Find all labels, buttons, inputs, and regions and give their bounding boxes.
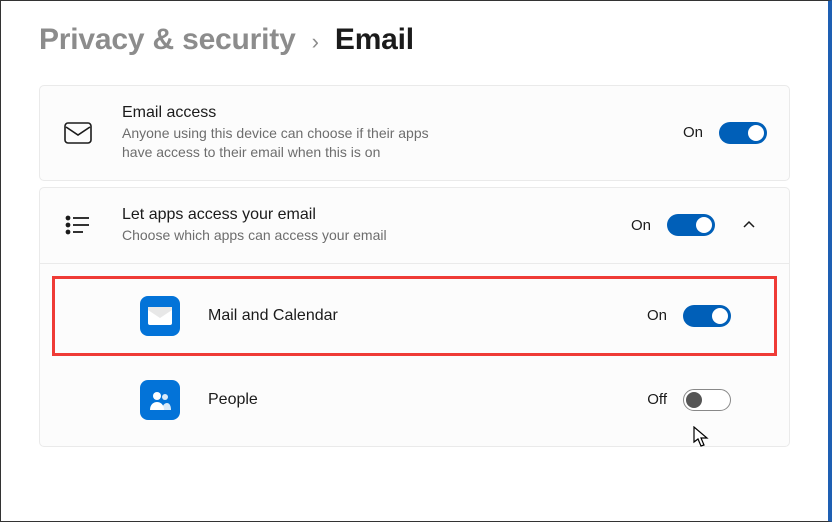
expand-collapse-button[interactable]	[731, 207, 767, 243]
email-access-title: Email access	[122, 104, 458, 122]
let-apps-description: Choose which apps can access your email	[122, 226, 458, 245]
breadcrumb-current: Email	[335, 23, 414, 57]
app-row-mail-and-calendar: Mail and Calendar On	[52, 276, 777, 356]
breadcrumb: Privacy & security › Email	[39, 23, 790, 57]
email-access-toggle[interactable]	[719, 122, 767, 144]
chevron-right-icon: ›	[312, 29, 319, 55]
app-name-label: Mail and Calendar	[208, 307, 647, 325]
app-state-label: On	[647, 307, 667, 324]
breadcrumb-parent[interactable]: Privacy & security	[39, 23, 296, 57]
let-apps-state-label: On	[631, 217, 651, 234]
people-app-icon	[140, 380, 180, 420]
email-access-state-label: On	[683, 124, 703, 141]
chevron-up-icon	[742, 218, 756, 232]
app-state-label: Off	[647, 391, 667, 408]
people-toggle[interactable]	[683, 389, 731, 411]
let-apps-section[interactable]: Let apps access your email Choose which …	[39, 187, 790, 264]
settings-window: Privacy & security › Email Email access …	[0, 0, 832, 522]
let-apps-title: Let apps access your email	[122, 206, 458, 224]
let-apps-toggle[interactable]	[667, 214, 715, 236]
list-settings-icon	[58, 214, 98, 236]
app-access-list: Mail and Calendar On People Off	[39, 264, 790, 447]
mail-app-icon	[140, 296, 180, 336]
email-access-description: Anyone using this device can choose if t…	[122, 124, 458, 162]
mail-icon	[58, 122, 98, 144]
mail-and-calendar-toggle[interactable]	[683, 305, 731, 327]
app-row-people: People Off	[40, 364, 789, 436]
email-access-section: Email access Anyone using this device ca…	[39, 85, 790, 181]
app-name-label: People	[208, 391, 647, 409]
